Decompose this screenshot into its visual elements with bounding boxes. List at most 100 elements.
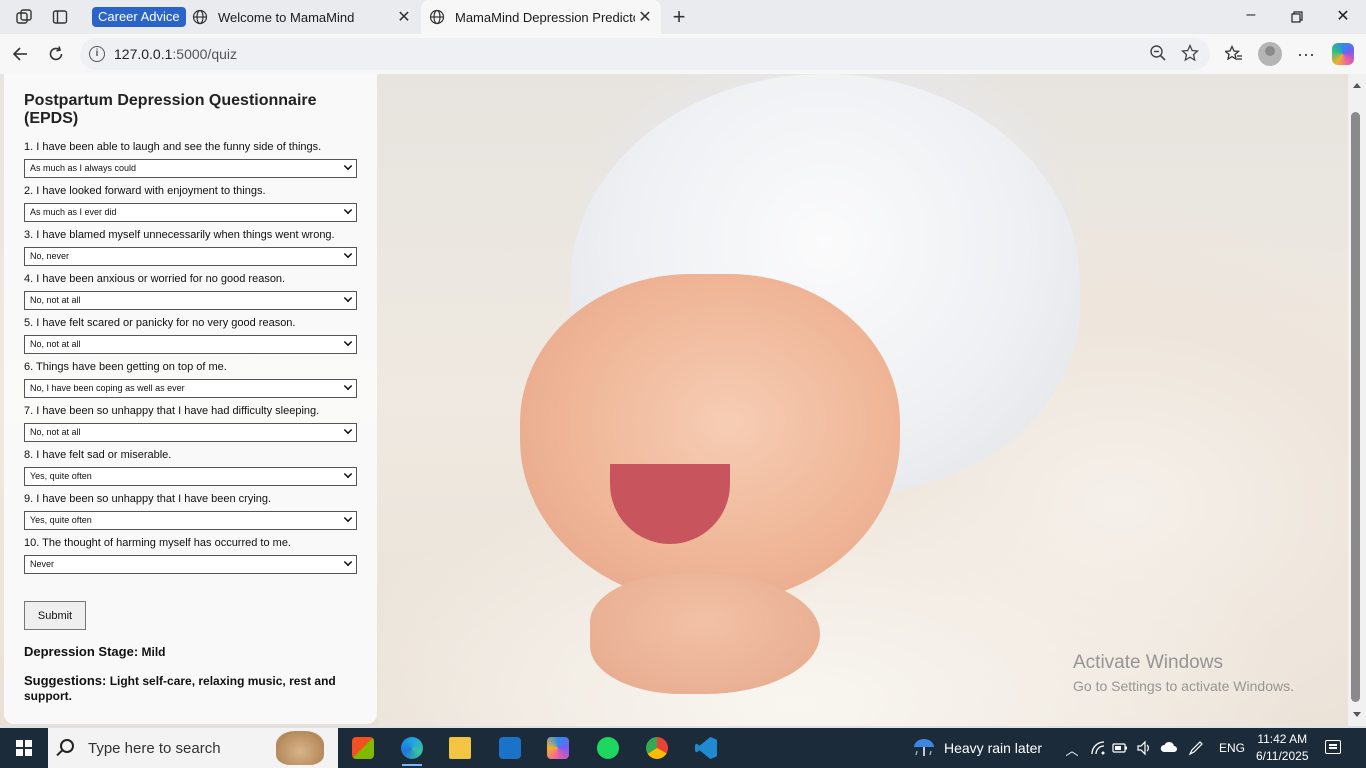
question-label: 2. I have looked forward with enjoyment … <box>24 185 266 197</box>
profile-avatar[interactable] <box>1258 42 1282 66</box>
url-path: :5000/quiz <box>172 46 237 62</box>
tab-title: MamaMind Depression Predictor <box>455 9 635 25</box>
clock[interactable]: 11:42 AM 6/11/2025 <box>1256 731 1309 765</box>
umbrella-rain-icon[interactable] <box>912 737 936 759</box>
pen-workspace-icon[interactable] <box>1188 740 1204 756</box>
url-text: 127.0.0.1:5000/quiz <box>114 46 237 62</box>
minimize-button[interactable]: – <box>1240 6 1262 28</box>
question-item: 3. I have blamed myself unnecessarily wh… <box>24 229 357 273</box>
question-list: 1. I have been able to laugh and see the… <box>24 141 357 581</box>
back-icon[interactable] <box>8 42 32 66</box>
watermark-subtitle: Go to Settings to activate Windows. <box>1073 678 1294 694</box>
answer-select[interactable]: Yes, quite often <box>24 467 357 486</box>
select-value: No, I have been coping as well as ever <box>30 383 185 393</box>
favorites-icon[interactable] <box>1222 42 1246 66</box>
restore-button[interactable] <box>1286 6 1308 28</box>
show-hidden-icons-icon[interactable]: ︿ <box>1064 740 1080 758</box>
more-options-icon[interactable]: ··· <box>1294 42 1318 66</box>
question-item: 1. I have been able to laugh and see the… <box>24 141 357 185</box>
chrome-icon[interactable] <box>641 732 673 764</box>
vscode-icon[interactable] <box>690 732 722 764</box>
answer-select[interactable]: No, not at all <box>24 291 357 310</box>
outlook-icon[interactable] <box>494 732 526 764</box>
question-item: 4. I have been anxious or worried for no… <box>24 273 357 317</box>
tab-welcome[interactable]: Welcome to MamaMind ✕ <box>184 0 420 34</box>
search-icon <box>60 739 74 753</box>
baby-face-image <box>520 274 900 604</box>
chevron-down-icon <box>343 249 353 259</box>
weather-text[interactable]: Heavy rain later <box>944 728 1042 768</box>
answer-select[interactable]: No, I have been coping as well as ever <box>24 379 357 398</box>
new-tab-button[interactable]: + <box>668 4 690 30</box>
copilot-icon[interactable] <box>1332 43 1354 65</box>
onedrive-cloud-icon[interactable] <box>1160 740 1177 756</box>
chevron-down-icon <box>343 469 353 479</box>
browser-nav-bar: i 127.0.0.1:5000/quiz ··· <box>0 34 1366 74</box>
zoom-icon[interactable] <box>1148 44 1168 64</box>
battery-icon[interactable] <box>1112 740 1128 756</box>
volume-icon[interactable] <box>1136 740 1152 756</box>
scroll-up-icon[interactable] <box>1353 83 1361 88</box>
tab-actions-icon[interactable] <box>49 6 71 28</box>
select-value: No, never <box>30 251 70 261</box>
select-value: No, not at all <box>30 295 81 305</box>
favorite-star-icon[interactable] <box>1180 43 1200 64</box>
question-item: 6. Things have been getting on top of me… <box>24 361 357 405</box>
page-viewport: Activate Windows Go to Settings to activ… <box>0 74 1348 726</box>
question-label: 10. The thought of harming myself has oc… <box>24 537 291 549</box>
activate-windows-watermark: Activate Windows Go to Settings to activ… <box>1073 652 1294 694</box>
microsoft-store-icon[interactable] <box>347 732 379 764</box>
answer-select[interactable]: No, never <box>24 247 357 266</box>
page-scrollbar[interactable] <box>1348 74 1366 726</box>
select-value: Yes, quite often <box>30 515 92 525</box>
select-value: Never <box>30 559 55 569</box>
select-value: Yes, quite often <box>30 471 92 481</box>
depression-stage-result: Depression Stage: Mild <box>24 644 357 659</box>
quiz-panel: Postpartum Depression Questionnaire (EPD… <box>4 74 377 724</box>
answer-select[interactable]: As much as I ever did <box>24 203 357 222</box>
chevron-down-icon <box>343 381 353 391</box>
suggestion-key: Suggestions: <box>24 673 107 688</box>
refresh-icon[interactable] <box>44 42 68 66</box>
question-label: 8. I have felt sad or miserable. <box>24 449 172 461</box>
language-indicator[interactable]: ENG <box>1219 728 1245 768</box>
select-value: No, not at all <box>30 339 81 349</box>
question-item: 10. The thought of harming myself has oc… <box>24 537 357 581</box>
scroll-down-icon[interactable] <box>1353 712 1361 717</box>
tab-group-career-advice[interactable]: Career Advice <box>92 7 186 27</box>
answer-select[interactable]: Yes, quite often <box>24 511 357 530</box>
site-info-icon[interactable]: i <box>89 46 105 62</box>
tab-title: Welcome to MamaMind <box>218 9 355 25</box>
close-tab-icon[interactable]: ✕ <box>394 7 414 27</box>
start-button[interactable] <box>16 740 32 756</box>
close-window-button[interactable]: ✕ <box>1332 6 1354 28</box>
result-key: Depression Stage: <box>24 644 139 659</box>
answer-select[interactable]: As much as I always could <box>24 159 357 178</box>
taskbar-search[interactable]: Type here to search <box>48 728 338 768</box>
answer-select[interactable]: No, not at all <box>24 335 357 354</box>
scroll-thumb[interactable] <box>1351 112 1360 702</box>
clock-time: 11:42 AM <box>1257 732 1308 746</box>
globe-icon <box>192 9 208 25</box>
chevron-down-icon <box>343 205 353 215</box>
question-label: 6. Things have been getting on top of me… <box>24 361 227 373</box>
close-tab-icon[interactable]: ✕ <box>635 7 655 27</box>
answer-select[interactable]: Never <box>24 555 357 574</box>
answer-select[interactable]: No, not at all <box>24 423 357 442</box>
address-bar[interactable]: i 127.0.0.1:5000/quiz <box>80 38 1210 70</box>
workspaces-icon[interactable] <box>13 6 35 28</box>
search-highlight-image <box>276 731 324 765</box>
question-item: 8. I have felt sad or miserable. Yes, qu… <box>24 449 357 493</box>
copilot-app-icon[interactable] <box>542 732 574 764</box>
question-item: 5. I have felt scared or panicky for no … <box>24 317 357 361</box>
question-label: 3. I have blamed myself unnecessarily wh… <box>24 229 335 241</box>
chevron-down-icon <box>343 337 353 347</box>
notification-icon[interactable] <box>1325 740 1341 754</box>
spotify-icon[interactable] <box>592 732 624 764</box>
wifi-icon[interactable] <box>1090 740 1106 756</box>
submit-button[interactable]: Submit <box>24 601 86 630</box>
edge-icon[interactable] <box>396 732 428 766</box>
quiz-title: Postpartum Depression Questionnaire (EPD… <box>24 92 317 127</box>
file-explorer-icon[interactable] <box>444 732 476 764</box>
tab-depression-predictor[interactable]: MamaMind Depression Predictor ✕ <box>421 0 661 34</box>
